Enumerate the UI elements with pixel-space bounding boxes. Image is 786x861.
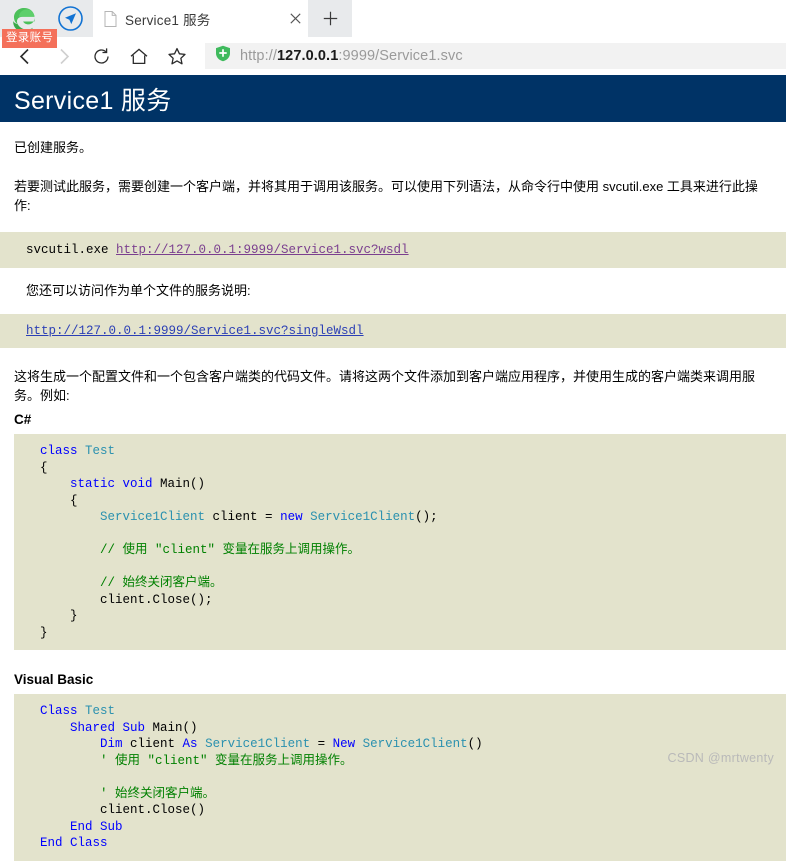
url-host: 127.0.0.1 [276, 48, 339, 64]
page-title: Service1 服务 [14, 86, 172, 115]
code-token: ' 使用 "client" 变量在服务上调用操作。 [100, 753, 353, 768]
code-token: client.Close() [40, 803, 206, 818]
login-account-badge[interactable]: 登录账号 [2, 29, 58, 48]
shield-icon [215, 45, 231, 67]
address-bar-text: http://127.0.0.1:9999/Service1.svc [240, 48, 463, 64]
code-token: static void [70, 477, 161, 492]
close-icon[interactable] [282, 5, 308, 33]
code-token: { [40, 493, 78, 508]
code-token: (); [415, 510, 438, 525]
csharp-code-block: class Test { static void Main() { Servic… [14, 434, 786, 651]
code-token: client.Close(); [40, 592, 213, 607]
tab-title: Service1 服务 [125, 12, 211, 28]
code-token: Service1Client [100, 510, 206, 525]
vb-heading: Visual Basic [14, 672, 94, 688]
address-bar[interactable]: http://127.0.0.1:9999/Service1.svc [205, 43, 786, 69]
code-token: new [280, 510, 311, 525]
code-token: Service1Client [310, 510, 416, 525]
page-banner: Service1 服务 [0, 75, 786, 122]
tab-strip: Service1 服务 [0, 0, 786, 37]
code-token: Test [85, 704, 116, 719]
csharp-heading: C# [14, 412, 32, 428]
single-wsdl-block: http://127.0.0.1:9999/Service1.svc?singl… [0, 313, 786, 349]
reload-icon[interactable] [82, 39, 120, 73]
browser-tab[interactable]: Service1 服务 [93, 0, 308, 37]
browser-chrome: Service1 服务 http://127.0.0.1:9999/Servic… [0, 0, 786, 75]
code-token: Shared Sub [70, 720, 153, 735]
service-created-text: 已创建服务。 [14, 140, 93, 155]
svcutil-command-prefix: svcutil.exe [26, 242, 117, 257]
page-content: 已创建服务。 若要测试此服务，需要创建一个客户端，并将其用于调用该服务。可以使用… [0, 122, 786, 861]
code-token: Main() [152, 720, 198, 735]
pin-compass-icon[interactable] [57, 5, 84, 32]
code-token: End Sub [70, 819, 123, 834]
generate-text: 这将生成一个配置文件和一个包含客户端类的代码文件。请将这两个文件添加到客户端应用… [14, 369, 756, 404]
code-token: Main() [160, 477, 206, 492]
code-token: client [130, 737, 183, 752]
url-scheme: http:// [240, 48, 277, 64]
new-tab-icon[interactable] [308, 0, 352, 37]
code-token: Dim [100, 737, 131, 752]
code-token: New [332, 737, 363, 752]
code-token: () [467, 737, 483, 752]
code-token: // 使用 "client" 变量在服务上调用操作。 [100, 543, 361, 558]
code-token: Service1Client [205, 737, 311, 752]
navigation-toolbar: http://127.0.0.1:9999/Service1.svc [0, 37, 786, 75]
code-token: } [40, 609, 78, 624]
code-token: End Class [40, 836, 108, 851]
code-token: ' 始终关闭客户端。 [100, 786, 216, 801]
home-icon[interactable] [120, 39, 158, 73]
code-token: Service1Client [362, 737, 468, 752]
single-wsdl-link[interactable]: http://127.0.0.1:9999/Service1.svc?singl… [26, 324, 364, 338]
url-path: :9999/Service1.svc [338, 48, 463, 64]
code-token: class [40, 444, 86, 459]
code-token: = [310, 737, 333, 752]
code-token: // 始终关闭客户端。 [100, 576, 223, 591]
code-token: } [40, 625, 48, 640]
single-file-text: 您还可以访问作为单个文件的服务说明: [26, 283, 251, 299]
code-token: Test [85, 444, 116, 459]
svcutil-command-block: svcutil.exe http://127.0.0.1:9999/Servic… [0, 231, 786, 269]
vb-code-block: Class Test Shared Sub Main() Dim client … [14, 694, 786, 861]
tab-strip-empty-area [352, 0, 786, 37]
wsdl-link[interactable]: http://127.0.0.1:9999/Service1.svc?wsdl [116, 243, 409, 257]
code-token: client = [205, 510, 281, 525]
code-token: { [40, 460, 48, 475]
star-icon[interactable] [158, 39, 196, 73]
howto-text: 若要测试此服务，需要创建一个客户端，并将其用于调用该服务。可以使用下列语法，从命… [14, 178, 758, 213]
code-token: As [182, 737, 206, 752]
page-icon [104, 10, 117, 27]
code-token: Class [40, 704, 86, 719]
